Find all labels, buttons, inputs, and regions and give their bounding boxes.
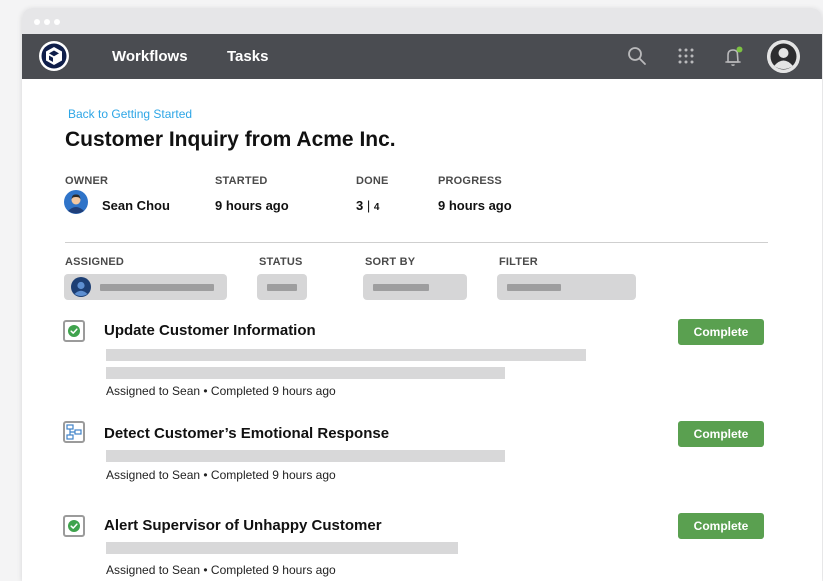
task-title[interactable]: Update Customer Information [104, 322, 316, 339]
task-description-placeholder [106, 542, 458, 554]
window-dot [44, 19, 50, 25]
main-content: Back to Getting Started Customer Inquiry… [22, 79, 822, 581]
assigned-value-placeholder [100, 284, 214, 291]
task-title[interactable]: Alert Supervisor of Unhappy Customer [104, 517, 382, 534]
owner-label: OWNER [65, 175, 109, 187]
task-status-icon [63, 421, 85, 443]
window-dot [54, 19, 60, 25]
task-status-icon [63, 515, 85, 537]
task-description-placeholder [106, 367, 505, 379]
status-value-placeholder [267, 284, 297, 291]
nav-workflows[interactable]: Workflows [112, 48, 188, 65]
owner-avatar-icon [64, 190, 88, 214]
app-logo-icon[interactable] [38, 40, 70, 72]
filter-dropdown[interactable] [497, 274, 636, 300]
task-meta: Assigned to Sean • Completed 9 hours ago [106, 468, 336, 482]
progress-label: PROGRESS [438, 175, 502, 187]
sort-value-placeholder [373, 284, 429, 291]
assignee-avatar-icon [71, 277, 91, 297]
task-description-placeholder [106, 450, 505, 462]
started-label: STARTED [215, 175, 268, 187]
started-value: 9 hours ago [215, 198, 289, 213]
progress-value: 9 hours ago [438, 198, 512, 213]
complete-button[interactable]: Complete [678, 319, 764, 345]
sort-by-label: SORT BY [365, 256, 416, 268]
filter-label: FILTER [499, 256, 538, 268]
check-icon [68, 520, 80, 532]
done-count: 3 [356, 198, 364, 213]
status-dropdown[interactable] [257, 274, 307, 300]
user-avatar-icon [767, 40, 800, 73]
complete-button[interactable]: Complete [678, 421, 764, 447]
task-meta: Assigned to Sean • Completed 9 hours ago [106, 384, 336, 398]
owner-name: Sean Chou [102, 198, 170, 213]
search-icon[interactable] [626, 45, 648, 67]
assigned-dropdown[interactable] [64, 274, 227, 300]
filter-value-placeholder [507, 284, 561, 291]
section-divider [65, 242, 768, 243]
done-label: DONE [356, 175, 389, 187]
done-total: 4 [373, 202, 380, 213]
top-navbar: Workflows Tasks [22, 34, 822, 79]
grid-icon[interactable] [675, 45, 697, 67]
task-status-icon [63, 320, 85, 342]
bell-icon[interactable] [721, 45, 745, 69]
task-meta: Assigned to Sean • Completed 9 hours ago [106, 563, 336, 577]
task-description-placeholder [106, 349, 586, 361]
status-label: STATUS [259, 256, 303, 268]
window-titlebar [22, 8, 822, 34]
task-title[interactable]: Detect Customer’s Emotional Response [104, 425, 389, 442]
done-value: 3 | 4 [356, 198, 379, 213]
app-window: Workflows Tasks Back to Getting Started … [22, 8, 822, 581]
assigned-label: ASSIGNED [65, 256, 125, 268]
window-dot [34, 19, 40, 25]
check-icon [68, 325, 80, 337]
workflow-diagram-icon [66, 424, 82, 440]
sort-by-dropdown[interactable] [363, 274, 467, 300]
page-title: Customer Inquiry from Acme Inc. [65, 128, 396, 151]
complete-button[interactable]: Complete [678, 513, 764, 539]
nav-tasks[interactable]: Tasks [227, 48, 268, 65]
back-link[interactable]: Back to Getting Started [68, 107, 192, 121]
done-separator: | [366, 198, 371, 213]
user-avatar[interactable] [767, 40, 800, 73]
